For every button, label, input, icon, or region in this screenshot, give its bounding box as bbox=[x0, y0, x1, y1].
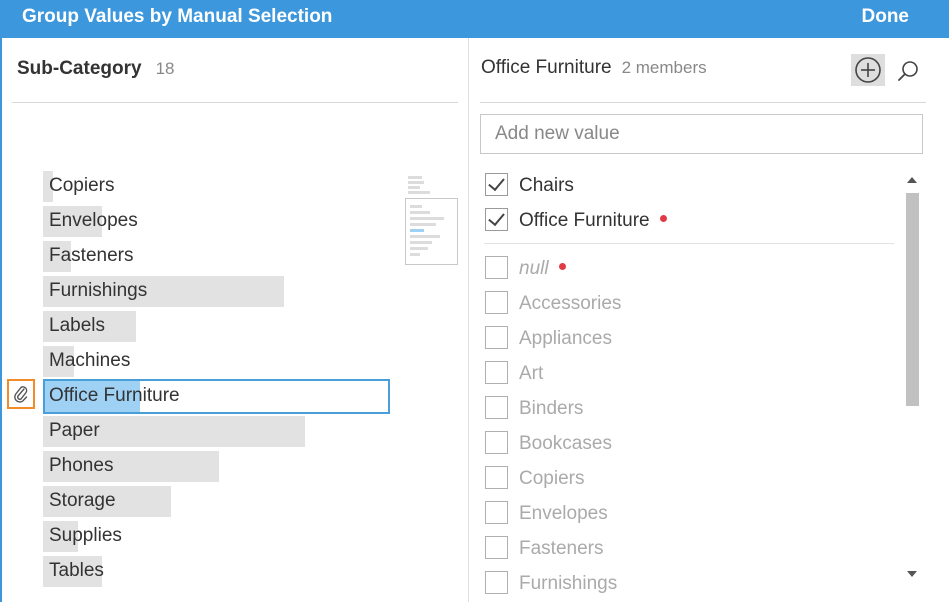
member-label: Chairs bbox=[519, 175, 574, 197]
value-list-item[interactable]: Tables bbox=[43, 554, 393, 589]
checkbox-unchecked[interactable] bbox=[485, 291, 508, 314]
member-label-text: Appliances bbox=[519, 328, 612, 349]
checkbox-checked[interactable] bbox=[485, 173, 508, 196]
checkbox-unchecked[interactable] bbox=[485, 256, 508, 279]
member-label: Bookcases bbox=[519, 433, 612, 455]
member-label: Appliances bbox=[519, 328, 612, 350]
member-label-text: Art bbox=[519, 363, 544, 384]
group-member-count: 2 members bbox=[621, 58, 707, 77]
member-label: Binders bbox=[519, 398, 583, 420]
member-label: null bbox=[519, 258, 566, 280]
checkbox-unchecked[interactable] bbox=[485, 431, 508, 454]
member-label-text: null bbox=[519, 258, 549, 279]
member-label: Furnishings bbox=[519, 573, 617, 594]
group-member-item[interactable]: Chairs bbox=[484, 169, 894, 204]
value-label: Furnishings bbox=[49, 280, 148, 301]
left-header-divider bbox=[12, 102, 458, 103]
value-list-item[interactable]: Phones bbox=[43, 449, 393, 484]
member-label-text: Copiers bbox=[519, 468, 585, 489]
field-value-count: 18 bbox=[155, 59, 175, 78]
member-label: Fasteners bbox=[519, 538, 603, 560]
checkbox-checked[interactable] bbox=[485, 208, 508, 231]
group-candidate-item[interactable]: Copiers bbox=[484, 462, 894, 497]
value-list-item[interactable]: Supplies bbox=[43, 519, 393, 554]
group-name: Office Furniture bbox=[481, 57, 612, 78]
value-label: Paper bbox=[49, 420, 100, 441]
value-list-item[interactable]: Office Furniture bbox=[43, 379, 393, 414]
member-label-text: Fasteners bbox=[519, 538, 604, 559]
group-candidate-item[interactable]: Fasteners bbox=[484, 532, 894, 567]
group-candidate-item[interactable]: Envelopes bbox=[484, 497, 894, 532]
member-label: Envelopes bbox=[519, 503, 608, 525]
member-list-scrollbar[interactable] bbox=[901, 170, 923, 583]
value-list-item[interactable]: Fasteners bbox=[43, 239, 393, 274]
field-name: Sub-Category bbox=[17, 58, 142, 79]
member-label-text: Accessories bbox=[519, 293, 622, 314]
member-label-text: Bookcases bbox=[519, 433, 612, 454]
group-candidate-item[interactable]: Accessories bbox=[484, 287, 894, 322]
group-candidate-item[interactable]: Bookcases bbox=[484, 427, 894, 462]
value-list-item[interactable]: Furnishings bbox=[43, 274, 393, 309]
member-label-text: Chairs bbox=[519, 175, 574, 196]
value-label: Office Furniture bbox=[49, 385, 180, 406]
value-label: Tables bbox=[49, 560, 104, 581]
done-button[interactable]: Done bbox=[862, 6, 910, 28]
member-label-text: Binders bbox=[519, 398, 584, 419]
dialog-title-bar: Group Values by Manual Selection Done bbox=[0, 0, 949, 38]
value-label: Machines bbox=[49, 350, 131, 371]
dialog-border-left bbox=[0, 38, 2, 602]
checkbox-unchecked[interactable] bbox=[485, 501, 508, 524]
checkbox-unchecked[interactable] bbox=[485, 361, 508, 384]
value-label: Envelopes bbox=[49, 210, 138, 231]
value-list-item[interactable]: Storage bbox=[43, 484, 393, 519]
add-new-value-input[interactable] bbox=[480, 114, 923, 154]
status-dot-icon bbox=[659, 215, 667, 223]
value-label: Supplies bbox=[49, 525, 122, 546]
value-list-item[interactable]: Machines bbox=[43, 344, 393, 379]
member-label-text: Furnishings bbox=[519, 573, 618, 594]
member-label-text: Office Furniture bbox=[519, 210, 650, 231]
status-dot-icon bbox=[558, 263, 566, 271]
value-label: Copiers bbox=[49, 175, 115, 196]
paperclip-icon[interactable] bbox=[7, 379, 35, 409]
checkbox-unchecked[interactable] bbox=[485, 396, 508, 419]
group-candidate-item[interactable]: Appliances bbox=[484, 322, 894, 357]
value-list-item[interactable]: Paper bbox=[43, 414, 393, 449]
member-label: Copiers bbox=[519, 468, 584, 490]
value-list-item[interactable]: Labels bbox=[43, 309, 393, 344]
value-list-item[interactable]: Envelopes bbox=[43, 204, 393, 239]
right-header-divider bbox=[480, 102, 926, 103]
pane-divider bbox=[468, 38, 469, 602]
dialog-title: Group Values by Manual Selection bbox=[22, 6, 333, 27]
member-label: Art bbox=[519, 363, 543, 385]
member-label: Accessories bbox=[519, 293, 621, 315]
group-header: Office Furniture 2 members bbox=[481, 57, 707, 79]
checkbox-unchecked[interactable] bbox=[485, 536, 508, 559]
group-member-item[interactable]: Office Furniture bbox=[484, 204, 894, 239]
search-icon[interactable] bbox=[895, 57, 921, 85]
group-candidate-item[interactable]: null bbox=[484, 252, 894, 287]
scroll-down-arrow-icon[interactable] bbox=[907, 571, 917, 577]
value-list-item[interactable]: Copiers bbox=[43, 169, 393, 204]
value-label: Phones bbox=[49, 455, 114, 476]
plus-circle-icon[interactable] bbox=[851, 54, 885, 86]
value-label: Storage bbox=[49, 490, 116, 511]
checkbox-unchecked[interactable] bbox=[485, 571, 508, 594]
member-label-text: Envelopes bbox=[519, 503, 608, 524]
group-candidate-item[interactable]: Furnishings bbox=[484, 567, 894, 594]
field-header: Sub-Category 18 bbox=[17, 58, 175, 80]
scroll-up-arrow-icon[interactable] bbox=[907, 177, 917, 183]
value-label: Fasteners bbox=[49, 245, 134, 266]
checkbox-unchecked[interactable] bbox=[485, 326, 508, 349]
minimap-preview[interactable] bbox=[405, 198, 458, 265]
value-list: Copiers Envelopes Fasteners Furnishings Labe… bbox=[43, 169, 393, 589]
scrollbar-thumb[interactable] bbox=[906, 193, 919, 406]
members-divider bbox=[484, 243, 894, 244]
checkbox-unchecked[interactable] bbox=[485, 466, 508, 489]
group-candidate-item[interactable]: Binders bbox=[484, 392, 894, 427]
group-candidate-item[interactable]: Art bbox=[484, 357, 894, 392]
member-list: Chairs Office Furniture null Accessories App… bbox=[484, 169, 894, 594]
value-label: Labels bbox=[49, 315, 105, 336]
member-label: Office Furniture bbox=[519, 210, 667, 232]
